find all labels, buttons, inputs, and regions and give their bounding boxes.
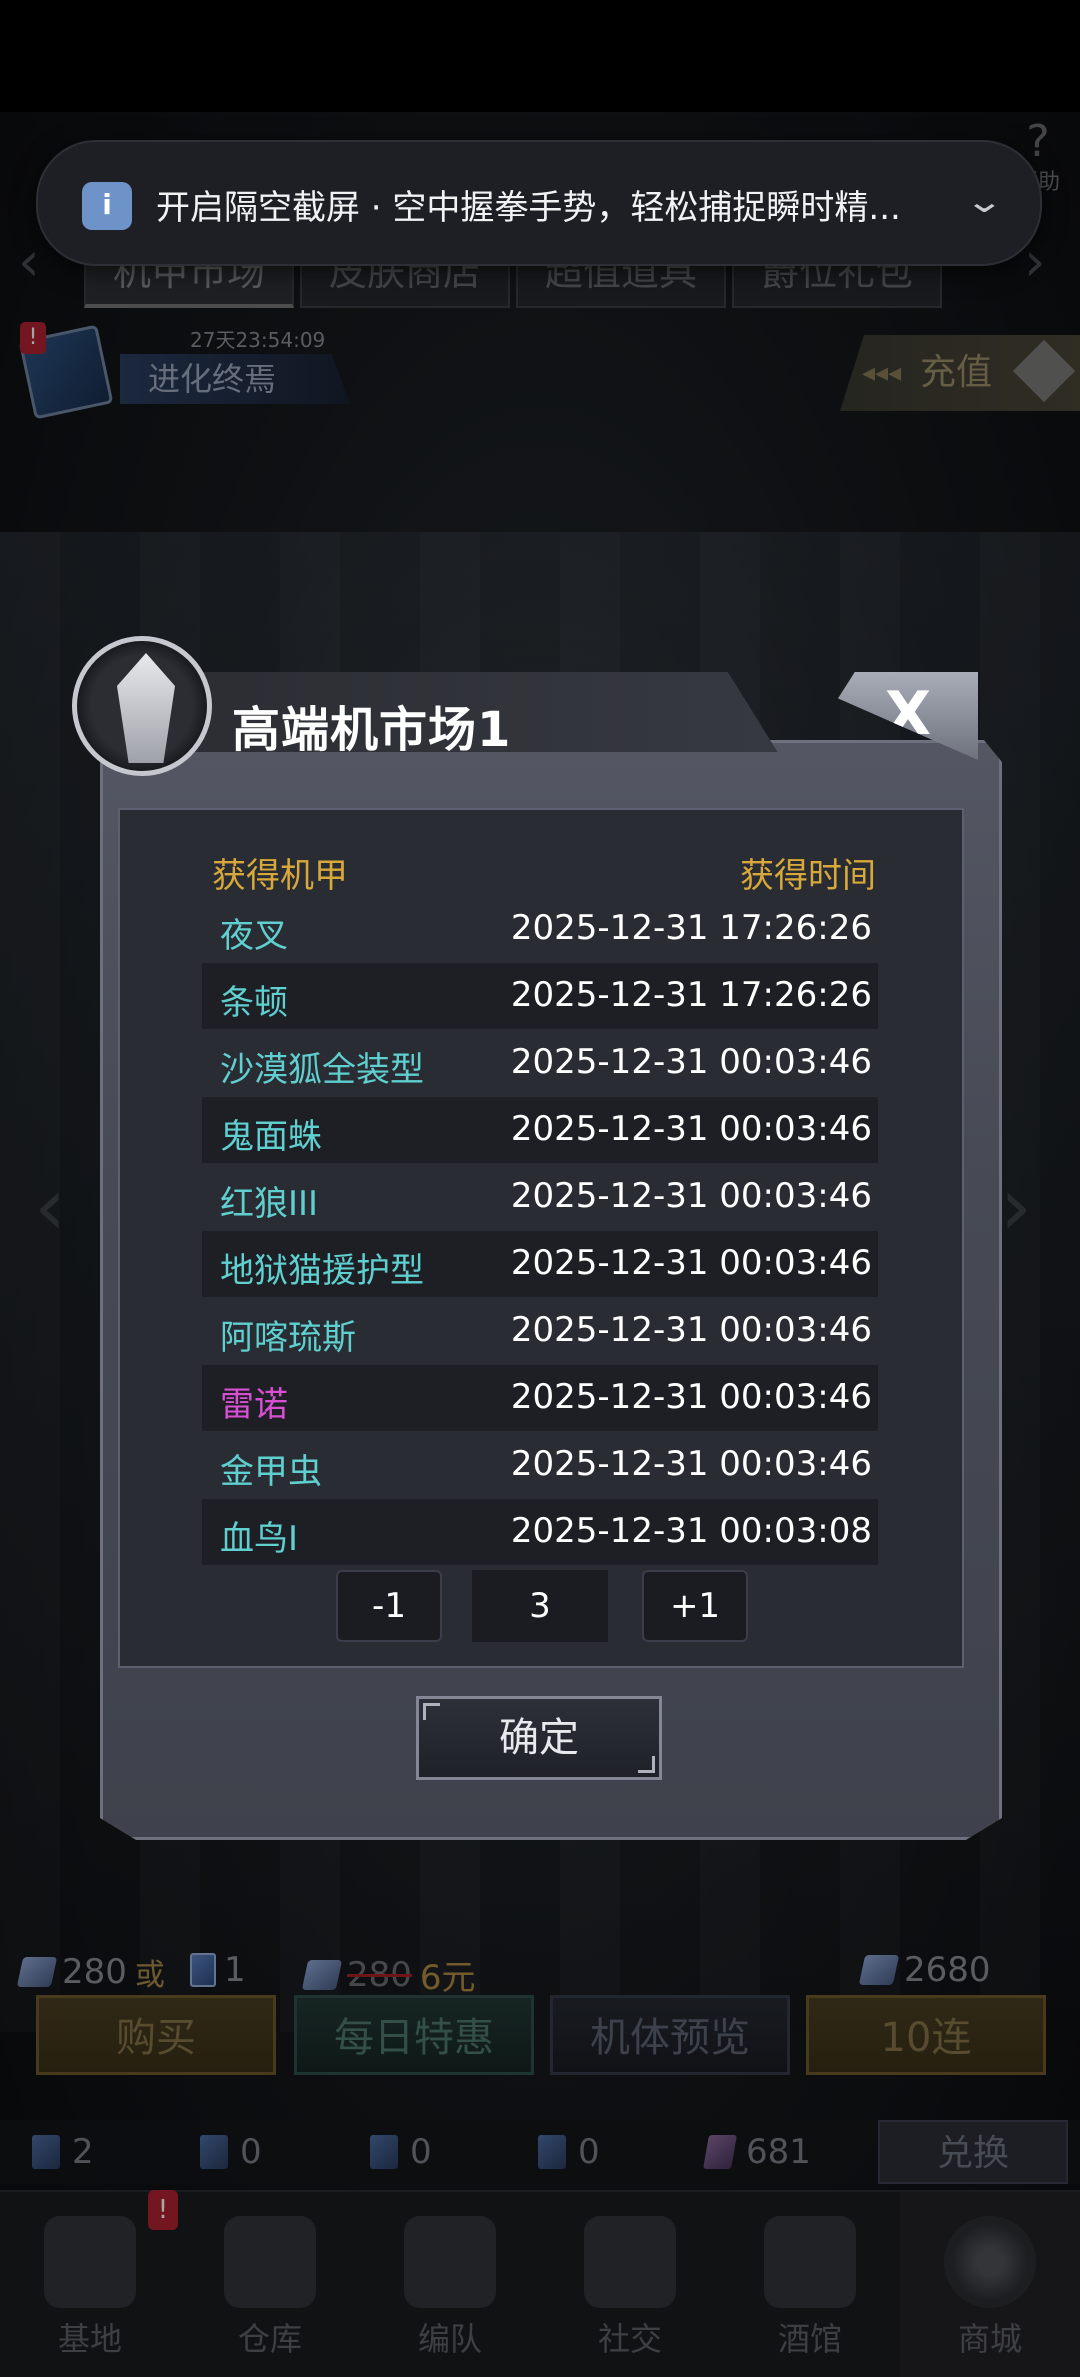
prev-page-button[interactable]: -1 xyxy=(336,1570,442,1642)
list-item: 夜叉 2025-12-31 17:26:26 xyxy=(202,896,878,962)
obtain-time: 2025-12-31 00:03:46 xyxy=(510,1176,872,1216)
mecha-name: 条顿 xyxy=(220,983,288,1023)
list-item: 地狱猫援护型 2025-12-31 00:03:46 xyxy=(202,1231,878,1297)
list-item: 金甲虫 2025-12-31 00:03:46 xyxy=(202,1432,878,1498)
status-bar xyxy=(0,0,1080,112)
mecha-name: 血鸟I xyxy=(220,1519,299,1559)
list-item: 雷诺 2025-12-31 00:03:46 xyxy=(202,1365,878,1431)
obtain-time: 2025-12-31 00:03:46 xyxy=(510,1377,872,1417)
history-header: 获得机甲 获得时间 xyxy=(212,848,876,897)
mecha-name: 夜叉 xyxy=(220,916,288,956)
list-item: 沙漠狐全装型 2025-12-31 00:03:46 xyxy=(202,1030,878,1096)
mecha-name: 金甲虫 xyxy=(220,1452,322,1492)
list-item: 条顿 2025-12-31 17:26:26 xyxy=(202,963,878,1029)
system-notification[interactable]: i 开启隔空截屏 · 空中握拳手势，轻松捕捉瞬时精... ⌄ xyxy=(36,140,1042,266)
mecha-name: 鬼面蛛 xyxy=(220,1117,322,1157)
notification-text: 开启隔空截屏 · 空中握拳手势，轻松捕捉瞬时精... xyxy=(156,188,901,228)
column-time: 获得时间 xyxy=(740,856,876,896)
pagination: -1 3 +1 xyxy=(120,1570,966,1642)
mecha-name: 地狱猫援护型 xyxy=(220,1251,424,1291)
obtain-time: 2025-12-31 00:03:46 xyxy=(510,1310,872,1350)
mecha-name: 红狼III xyxy=(220,1184,319,1224)
column-mecha: 获得机甲 xyxy=(212,856,348,896)
obtain-time: 2025-12-31 00:03:46 xyxy=(510,1444,872,1484)
mecha-name: 阿喀琉斯 xyxy=(220,1318,356,1358)
confirm-button[interactable]: 确定 xyxy=(416,1696,662,1780)
history-list: 夜叉 2025-12-31 17:26:26 条顿 2025-12-31 17:… xyxy=(202,896,878,1566)
current-page: 3 xyxy=(472,1570,608,1642)
list-item: 阿喀琉斯 2025-12-31 00:03:46 xyxy=(202,1298,878,1364)
obtain-time: 2025-12-31 00:03:08 xyxy=(510,1511,872,1551)
obtain-time: 2025-12-31 17:26:26 xyxy=(510,975,872,1015)
mecha-name: 雷诺 xyxy=(220,1385,288,1425)
mecha-emblem-icon xyxy=(72,636,212,776)
chevron-down-icon[interactable]: ⌄ xyxy=(964,182,1004,220)
obtain-time: 2025-12-31 00:03:46 xyxy=(510,1243,872,1283)
list-item: 红狼III 2025-12-31 00:03:46 xyxy=(202,1164,878,1230)
list-item: 血鸟I 2025-12-31 00:03:08 xyxy=(202,1499,878,1565)
obtain-time: 2025-12-31 00:03:46 xyxy=(510,1042,872,1082)
obtain-time: 2025-12-31 17:26:26 xyxy=(510,908,872,948)
history-panel: 获得机甲 获得时间 夜叉 2025-12-31 17:26:26 条顿 2025… xyxy=(118,808,964,1668)
dialog-title: 高端机市场1 xyxy=(232,702,512,758)
mecha-name: 沙漠狐全装型 xyxy=(220,1050,424,1090)
list-item: 鬼面蛛 2025-12-31 00:03:46 xyxy=(202,1097,878,1163)
info-icon: i xyxy=(82,182,132,230)
obtain-time: 2025-12-31 00:03:46 xyxy=(510,1109,872,1149)
next-page-button[interactable]: +1 xyxy=(642,1570,748,1642)
